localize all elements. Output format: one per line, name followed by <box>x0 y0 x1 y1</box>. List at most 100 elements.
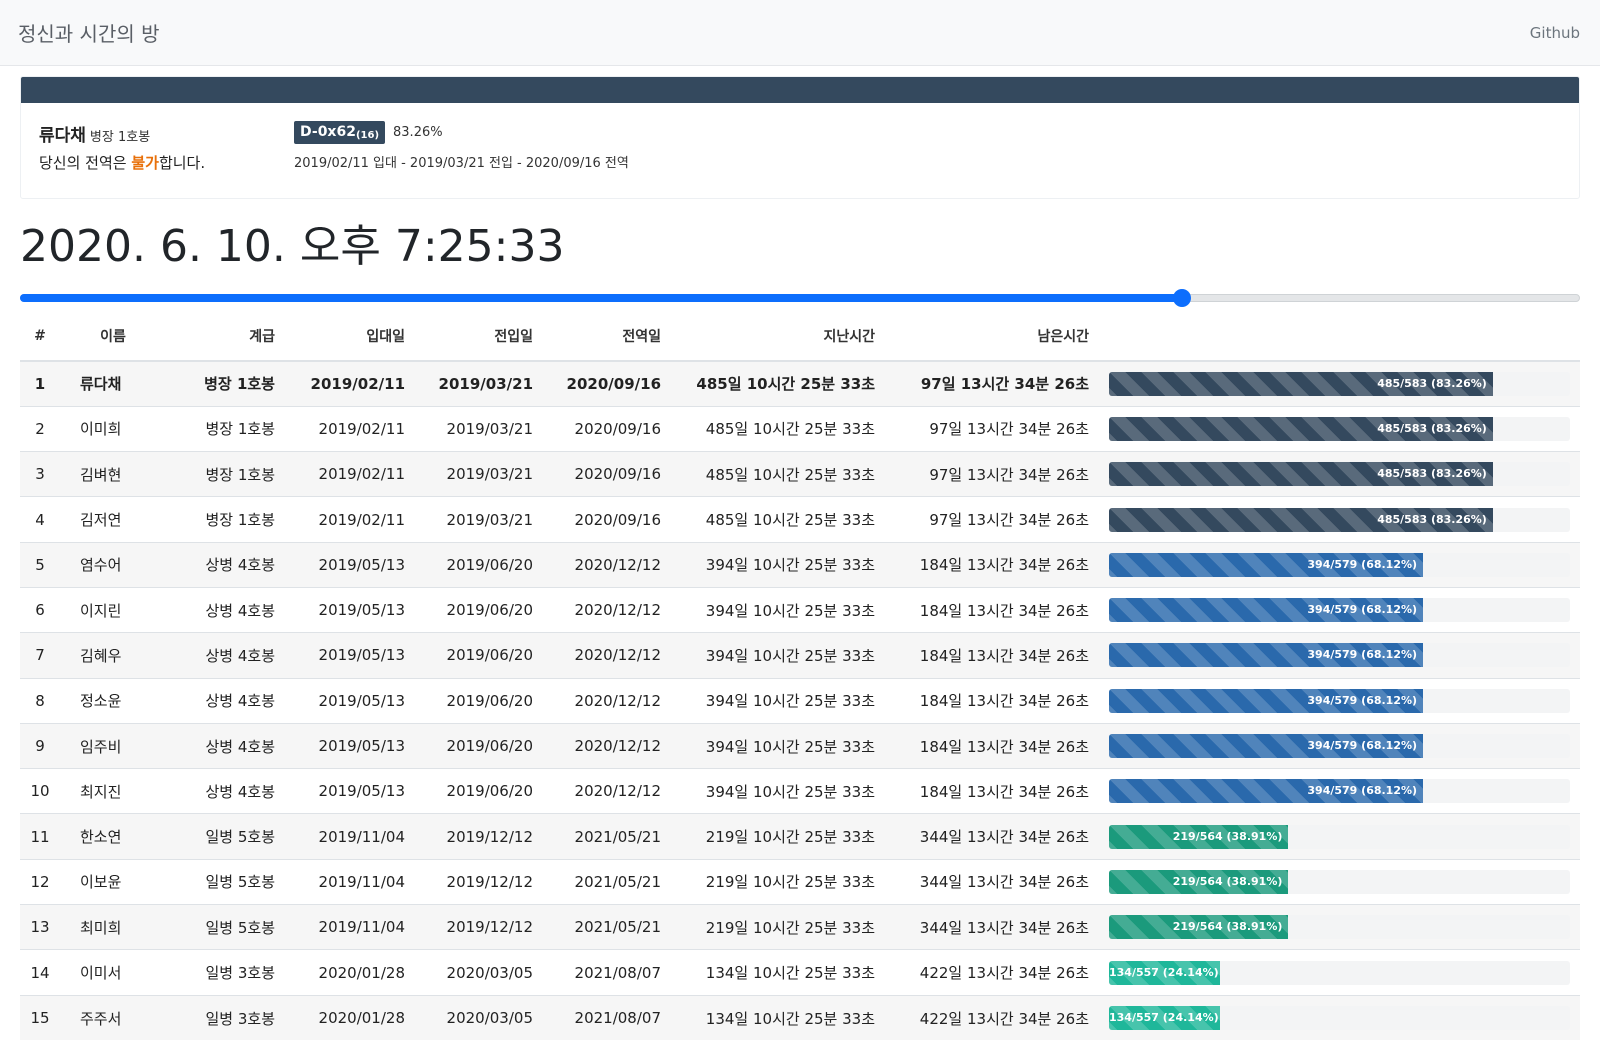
cell-progress: 394/579 (68.12%) <box>1103 677 1580 724</box>
profile-message: 당신의 전역은 불가합니다. <box>39 152 294 173</box>
cell-rank: 병장 1호봉 <box>166 496 289 543</box>
table-row[interactable]: 13 최미희 일병 5호봉 2019/11/04 2019/12/12 2021/05/2… <box>20 904 1580 950</box>
table-row[interactable]: 12 이보윤 일병 5호봉 2019/11/04 2019/12/12 2021/05/2… <box>20 858 1580 905</box>
cell-name: 류다채 <box>60 360 166 407</box>
message-prefix: 당신의 전역은 <box>39 154 132 172</box>
cell-elapsed: 394일 10시간 25분 33초 <box>675 586 889 633</box>
cell-discharge-date: 2021/05/21 <box>547 858 675 905</box>
cell-transfer-date: 2019/06/20 <box>419 541 547 588</box>
cell-elapsed: 485일 10시간 25분 33초 <box>675 405 889 452</box>
cell-transfer-date: 2019/06/20 <box>419 586 547 633</box>
cell-name: 최지진 <box>60 768 166 814</box>
cell-discharge-date: 2020/12/12 <box>547 632 675 679</box>
cell-elapsed: 485일 10시간 25분 33초 <box>675 496 889 543</box>
dday-main: D-0x62 <box>300 124 356 140</box>
col-rank-header[interactable]: 계급 <box>166 311 289 362</box>
brand-title[interactable]: 정신과 시간의 방 <box>18 18 160 47</box>
cell-name: 임주비 <box>60 722 166 769</box>
cell-elapsed: 219일 10시간 25분 33초 <box>675 813 889 860</box>
table-header-row: # 이름 계급 입대일 전입일 전역일 지난시간 남은시간 <box>20 311 1580 362</box>
dday-percent: 83.26% <box>393 125 443 140</box>
cell-enlist-date: 2019/05/13 <box>289 632 419 679</box>
table-row[interactable]: 4 김저연 병장 1호봉 2019/02/11 2019/03/21 2020/09/16… <box>20 496 1580 543</box>
cell-num: 15 <box>20 994 60 1041</box>
progress-bar: 485/583 (83.26%) <box>1109 371 1570 396</box>
progress-bar: 394/579 (68.12%) <box>1109 643 1570 668</box>
cell-num: 7 <box>20 632 60 679</box>
progress-bar: 394/579 (68.12%) <box>1109 734 1570 759</box>
cell-rank: 일병 5호봉 <box>166 858 289 905</box>
progress-fill: 134/557 (24.14%) <box>1109 960 1221 985</box>
progress-bar: 134/557 (24.14%) <box>1109 960 1570 985</box>
progress-bar: 394/579 (68.12%) <box>1109 552 1570 577</box>
cell-rank: 일병 5호봉 <box>166 813 289 860</box>
cell-num: 10 <box>20 768 60 814</box>
table-row[interactable]: 5 염수어 상병 4호봉 2019/05/13 2019/06/20 2020/12/12… <box>20 541 1580 588</box>
cell-remaining: 184일 13시간 34분 26초 <box>889 632 1103 679</box>
cell-name: 이미서 <box>60 949 166 996</box>
col-num-header[interactable]: # <box>20 311 60 362</box>
cell-rank: 상병 4호봉 <box>166 541 289 588</box>
col-transfer-header[interactable]: 전입일 <box>419 311 547 362</box>
table-row[interactable]: 15 주주서 일병 3호봉 2020/01/28 2020/03/05 2021/08/0… <box>20 994 1580 1041</box>
cell-name: 정소윤 <box>60 677 166 724</box>
soldier-table: # 이름 계급 입대일 전입일 전역일 지난시간 남은시간 1 류다채병장 1호봉… <box>20 311 1580 1041</box>
cell-num: 5 <box>20 541 60 588</box>
col-discharge-header[interactable]: 전역일 <box>547 311 675 362</box>
progress-bar: 394/579 (68.12%) <box>1109 779 1570 804</box>
table-row[interactable]: 10 최지진 상병 4호봉 2019/05/13 2019/06/20 2020/12/1… <box>20 768 1580 814</box>
cell-num: 3 <box>20 451 60 497</box>
cell-transfer-date: 2019/03/21 <box>419 360 547 407</box>
cell-rank: 일병 3호봉 <box>166 949 289 996</box>
cell-name: 이미희 <box>60 405 166 452</box>
table-row[interactable]: 7 김혜우 상병 4호봉 2019/05/13 2019/06/20 2020/12/12… <box>20 632 1580 679</box>
cell-transfer-date: 2019/03/21 <box>419 496 547 543</box>
table-body: 1 류다채 병장 1호봉 2019/02/11 2019/03/21 2020/09/16… <box>20 360 1580 1041</box>
progress-fill: 394/579 (68.12%) <box>1109 688 1424 713</box>
cell-elapsed: 394일 10시간 25분 33초 <box>675 722 889 769</box>
col-name-header[interactable]: 이름 <box>60 311 166 362</box>
cell-progress: 219/564 (38.91%) <box>1103 858 1580 905</box>
cell-rank: 상병 4호봉 <box>166 632 289 679</box>
time-slider[interactable] <box>20 285 1580 311</box>
cell-remaining: 184일 13시간 34분 26초 <box>889 722 1103 769</box>
github-link[interactable]: Github <box>1530 24 1580 42</box>
cell-num: 4 <box>20 496 60 543</box>
cell-num: 1 <box>20 360 60 407</box>
cell-discharge-date: 2020/12/12 <box>547 586 675 633</box>
table-row[interactable]: 2 이미희 병장 1호봉 2019/02/11 2019/03/21 2020/09/16… <box>20 405 1580 452</box>
cell-enlist-date: 2019/05/13 <box>289 586 419 633</box>
table-row[interactable]: 1 류다채 병장 1호봉 2019/02/11 2019/03/21 2020/09/16… <box>20 360 1580 407</box>
table-row[interactable]: 11 한소연 일병 5호봉 2019/11/04 2019/12/12 2021/05/2… <box>20 813 1580 860</box>
profile-dates: 2019/02/11 입대 - 2019/03/21 전입 - 2020/09/… <box>294 156 629 171</box>
cell-discharge-date: 2020/12/12 <box>547 722 675 769</box>
table-row[interactable]: 14 이미서 일병 3호봉 2020/01/28 2020/03/05 2021/08/0… <box>20 949 1580 996</box>
cell-remaining: 184일 13시간 34분 26초 <box>889 586 1103 633</box>
cell-enlist-date: 2019/05/13 <box>289 722 419 769</box>
cell-progress: 219/564 (38.91%) <box>1103 813 1580 860</box>
col-progress-header <box>1103 311 1580 362</box>
progress-bar: 485/583 (83.26%) <box>1109 416 1570 441</box>
col-remaining-header[interactable]: 남은시간 <box>889 311 1103 362</box>
cell-name: 이지린 <box>60 586 166 633</box>
cell-rank: 상병 4호봉 <box>166 722 289 769</box>
col-elapsed-header[interactable]: 지난시간 <box>675 311 889 362</box>
table-row[interactable]: 8 정소윤 상병 4호봉 2019/05/13 2019/06/20 2020/12/12… <box>20 677 1580 724</box>
profile-card-header <box>21 77 1579 103</box>
slider-thumb[interactable] <box>1173 289 1192 307</box>
col-enlist-header[interactable]: 입대일 <box>289 311 419 362</box>
table-row[interactable]: 3 김벼현 병장 1호봉 2019/02/11 2019/03/21 2020/09/16… <box>20 451 1580 497</box>
cell-transfer-date: 2019/03/21 <box>419 451 547 497</box>
cell-elapsed: 219일 10시간 25분 33초 <box>675 858 889 905</box>
cell-progress: 394/579 (68.12%) <box>1103 586 1580 633</box>
cell-transfer-date: 2019/06/20 <box>419 632 547 679</box>
table-row[interactable]: 6 이지린 상병 4호봉 2019/05/13 2019/06/20 2020/12/12… <box>20 586 1580 633</box>
message-suffix: 합니다. <box>158 154 206 172</box>
table-row[interactable]: 9 임주비 상병 4호봉 2019/05/13 2019/06/20 2020/12/12… <box>20 722 1580 769</box>
cell-transfer-date: 2019/12/12 <box>419 904 547 950</box>
cell-progress: 485/583 (83.26%) <box>1103 451 1580 497</box>
progress-fill: 394/579 (68.12%) <box>1109 779 1424 804</box>
cell-transfer-date: 2019/06/20 <box>419 677 547 724</box>
cell-progress: 394/579 (68.12%) <box>1103 632 1580 679</box>
cell-name: 주주서 <box>60 994 166 1041</box>
